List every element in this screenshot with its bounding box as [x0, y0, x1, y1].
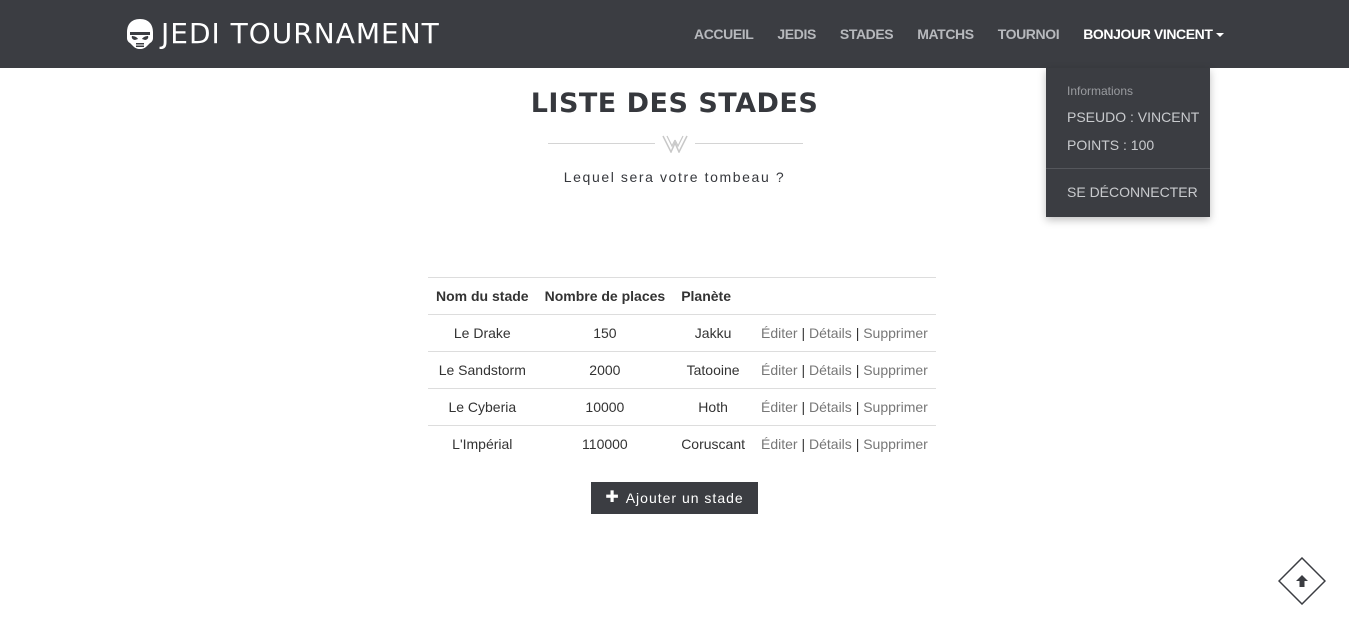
nav-accueil[interactable]: ACCUEIL [694, 0, 754, 68]
table-row: L'Impérial 110000 Coruscant Éditer | Dét… [428, 425, 936, 463]
edit-link[interactable]: Éditer [761, 436, 798, 452]
caret-down-icon [1215, 33, 1224, 38]
user-points: POINTS : 100 [1067, 137, 1155, 153]
action-separator: | [855, 436, 860, 453]
row-actions: Éditer | Détails | Supprimer [753, 388, 936, 426]
stadium-planet: Hoth [673, 388, 753, 426]
details-link[interactable]: Détails [809, 436, 852, 452]
stadium-name: L'Impérial [428, 425, 537, 463]
divider-line-right [695, 143, 803, 144]
header-places: Nombre de places [536, 277, 674, 315]
action-separator: | [855, 399, 860, 415]
stadiums-table: Nom du stade Nombre de places Planète Le… [428, 277, 936, 463]
stadium-name: Le Drake [428, 314, 537, 352]
nav-jedis[interactable]: JEDIS [777, 0, 816, 68]
stadium-planet: Coruscant [673, 425, 753, 463]
action-separator: | [855, 362, 860, 378]
edit-link[interactable]: Éditer [761, 325, 798, 341]
delete-link[interactable]: Supprimer [863, 362, 928, 378]
stadiums-table-container: Nom du stade Nombre de places Planète Le… [428, 277, 936, 463]
action-separator: | [801, 325, 806, 341]
logout-link[interactable]: SE DÉCONNECTER [1067, 184, 1198, 200]
stadium-planet: Jakku [673, 314, 753, 352]
add-stadium-button[interactable]: ✚ Ajouter un stade [591, 482, 758, 514]
stadium-name: Le Cyberia [428, 388, 537, 426]
details-link[interactable]: Détails [809, 399, 852, 415]
details-link[interactable]: Détails [809, 325, 852, 341]
stadium-places: 2000 [536, 351, 674, 389]
page-subtitle: Lequel sera votre tombeau ? [563, 169, 786, 185]
chevron-emblem-icon [662, 135, 688, 153]
navbar: JEDI TOURNAMENT ACCUEIL JEDIS STADES MAT… [0, 0, 1349, 68]
stadium-places: 150 [536, 314, 674, 352]
page-title: LISTE DES STADES [530, 88, 819, 119]
stadium-places: 10000 [536, 388, 674, 426]
brand[interactable]: JEDI TOURNAMENT [125, 17, 440, 51]
user-menu-toggle[interactable]: BONJOUR VINCENT [1083, 0, 1224, 68]
action-separator: | [855, 325, 860, 341]
table-header-row: Nom du stade Nombre de places Planète [428, 277, 936, 315]
user-menu-label: BONJOUR VINCENT [1083, 26, 1213, 42]
header-name: Nom du stade [428, 277, 537, 315]
delete-link[interactable]: Supprimer [863, 399, 928, 415]
delete-link[interactable]: Supprimer [863, 436, 928, 452]
stadium-name: Le Sandstorm [428, 351, 537, 389]
table-row: Le Drake 150 Jakku Éditer | Détails | Su… [428, 314, 936, 352]
add-stadium-label: Ajouter un stade [625, 490, 744, 506]
scroll-to-top-button[interactable] [1278, 557, 1326, 605]
main-nav: ACCUEIL JEDIS STADES MATCHS TOURNOI BONJ… [682, 0, 1224, 68]
divider-line-left [548, 143, 655, 144]
stormtrooper-helmet-icon [127, 19, 153, 49]
header-actions [753, 277, 936, 315]
stadium-places: 110000 [536, 425, 674, 463]
action-separator: | [801, 399, 806, 415]
nav-tournoi[interactable]: TOURNOI [998, 0, 1060, 68]
action-separator: | [801, 362, 806, 378]
row-actions: Éditer | Détails | Supprimer [753, 314, 936, 352]
details-link[interactable]: Détails [809, 362, 852, 378]
row-actions: Éditer | Détails | Supprimer [753, 425, 936, 463]
header-planet: Planète [673, 277, 753, 315]
delete-link[interactable]: Supprimer [863, 325, 928, 341]
stadium-planet: Tatooine [673, 351, 753, 389]
plus-icon: ✚ [605, 489, 620, 506]
table-row: Le Cyberia 10000 Hoth Éditer | Détails |… [428, 388, 936, 426]
brand-title: JEDI TOURNAMENT [161, 17, 440, 50]
table-row: Le Sandstorm 2000 Tatooine Éditer | Déta… [428, 351, 936, 389]
nav-matchs[interactable]: MATCHS [917, 0, 974, 68]
nav-stades[interactable]: STADES [840, 0, 894, 68]
edit-link[interactable]: Éditer [761, 399, 798, 415]
row-actions: Éditer | Détails | Supprimer [753, 351, 936, 389]
action-separator: | [801, 436, 806, 453]
edit-link[interactable]: Éditer [761, 362, 798, 378]
